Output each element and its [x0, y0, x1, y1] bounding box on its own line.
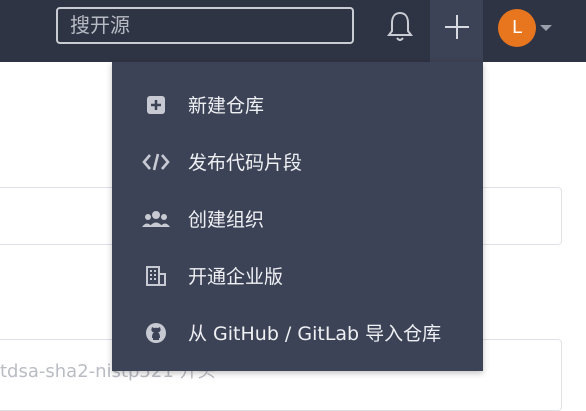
new-repo-icon: [142, 93, 170, 117]
menu-item-code-snippet[interactable]: 发布代码片段: [112, 133, 483, 190]
search-placeholder: 搜开源: [70, 13, 130, 37]
code-icon: [142, 150, 170, 174]
menu-item-label: 新建仓库: [188, 95, 265, 117]
menu-item-label: 创建组织: [188, 209, 265, 231]
menu-item-enterprise[interactable]: 开通企业版: [112, 247, 483, 304]
building-icon: [142, 264, 170, 288]
menu-item-import-repo[interactable]: 从 GitHub / GitLab 导入仓库: [112, 304, 483, 361]
bell-icon[interactable]: [384, 10, 416, 44]
github-icon: [142, 321, 170, 345]
menu-item-new-repo[interactable]: 新建仓库: [112, 76, 483, 133]
avatar[interactable]: L: [498, 9, 536, 47]
menu-item-label: 从 GitHub / GitLab 导入仓库: [188, 323, 442, 345]
create-dropdown-menu: 新建仓库 发布代码片段 创建组织 开通企业版 从 GitHub / GitLab…: [112, 62, 483, 371]
chevron-down-icon[interactable]: [540, 25, 552, 31]
create-menu-button[interactable]: [430, 0, 483, 62]
menu-item-create-org[interactable]: 创建组织: [112, 190, 483, 247]
group-icon: [142, 207, 170, 231]
menu-item-label: 发布代码片段: [188, 152, 303, 174]
plus-icon: [445, 15, 469, 39]
menu-item-label: 开通企业版: [188, 266, 284, 288]
top-navbar: 搜开源 L: [0, 0, 586, 62]
search-input[interactable]: 搜开源: [56, 7, 354, 44]
